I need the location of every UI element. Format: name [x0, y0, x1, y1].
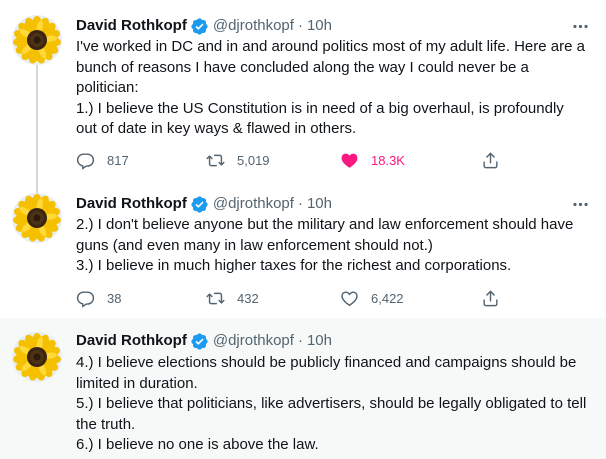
verified-badge-icon	[190, 17, 209, 36]
reply-button[interactable]: 817	[76, 150, 129, 170]
retweet-count: 5,019	[237, 152, 270, 168]
tweet-line: 5.) I believe that politicians, like adv…	[76, 395, 587, 433]
share-button[interactable]	[481, 288, 500, 308]
verified-badge-icon	[190, 195, 209, 214]
reply-count: 38	[107, 290, 122, 306]
share-icon	[483, 152, 498, 168]
retweet-button[interactable]: 5,019	[206, 150, 270, 170]
separator-dot: ·	[297, 332, 303, 349]
like-count: 6,422	[371, 290, 404, 306]
retweet-button[interactable]: 432	[206, 288, 259, 308]
tweet-header: David Rothkopf @djrothkopf · 10h	[76, 194, 606, 214]
like-count: 18.3K	[371, 152, 405, 168]
tweet-text: 2.) I don't believe anyone but the milit…	[76, 215, 588, 277]
verified-badge-icon	[190, 332, 209, 351]
author-handle[interactable]: @djrothkopf	[213, 16, 294, 36]
author-name[interactable]: David Rothkopf	[76, 194, 187, 214]
tweet-line: 3.) I believe in much higher taxes for t…	[76, 257, 512, 274]
tweet-line: 1.) I believe the US Constitution is in …	[76, 99, 564, 138]
like-button[interactable]: 18.3K	[340, 150, 405, 170]
separator-dot: ·	[297, 17, 303, 34]
author-handle[interactable]: @djrothkopf	[213, 194, 294, 214]
like-filled-icon	[341, 153, 358, 168]
tweet-header: David Rothkopf @djrothkopf · 10h	[76, 331, 606, 351]
tweet-text: 4.) I believe elections should be public…	[76, 353, 588, 456]
more-options-icon[interactable]	[570, 16, 590, 36]
tweet[interactable]: David Rothkopf @djrothkopf · 10h I've wo…	[0, 0, 606, 178]
tweet-line: I've worked in DC and in and around poli…	[76, 38, 585, 96]
like-icon	[341, 290, 358, 306]
reply-button[interactable]: 38	[76, 288, 121, 308]
retweet-icon	[206, 154, 225, 166]
tweet-text: I've worked in DC and in and around poli…	[76, 37, 588, 140]
timestamp[interactable]: 10h	[307, 331, 332, 351]
author-handle[interactable]: @djrothkopf	[213, 331, 294, 351]
share-button[interactable]	[481, 150, 500, 170]
reply-icon	[76, 152, 95, 169]
retweet-count: 432	[237, 290, 259, 306]
tweet-line: 6.) I believe no one is above the law.	[76, 436, 319, 453]
tweet[interactable]: David Rothkopf @djrothkopf · 10h 4.) I b…	[0, 318, 606, 459]
tweet[interactable]: David Rothkopf @djrothkopf · 10h 2.) I d…	[0, 178, 606, 318]
more-options-icon[interactable]	[570, 194, 590, 214]
timestamp[interactable]: 10h	[307, 16, 332, 36]
author-name[interactable]: David Rothkopf	[76, 331, 187, 351]
timestamp[interactable]: 10h	[307, 194, 332, 214]
like-button[interactable]: 6,422	[340, 288, 404, 308]
author-name[interactable]: David Rothkopf	[76, 16, 187, 36]
share-icon	[483, 290, 498, 306]
reply-count: 817	[107, 152, 129, 168]
reply-icon	[76, 290, 95, 307]
separator-dot: ·	[297, 195, 303, 212]
tweet-line: 4.) I believe elections should be public…	[76, 354, 577, 392]
tweet-header: David Rothkopf @djrothkopf · 10h	[76, 16, 606, 36]
retweet-icon	[206, 292, 225, 304]
tweet-line: 2.) I don't believe anyone but the milit…	[76, 216, 574, 254]
